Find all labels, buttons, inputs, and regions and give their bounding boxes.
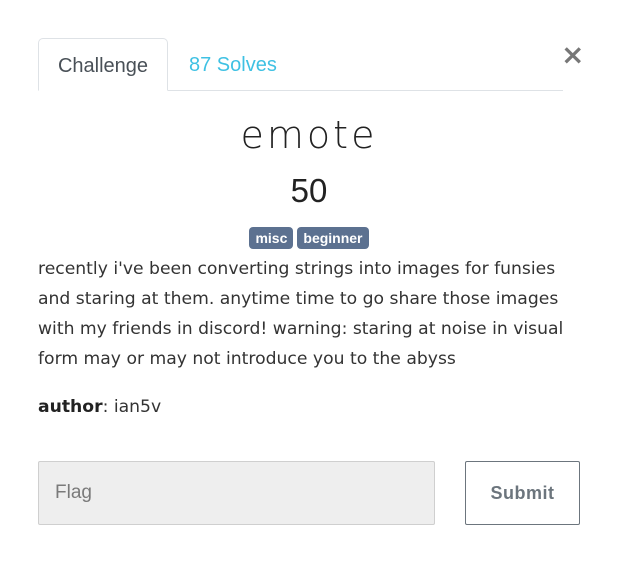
- challenge-points: 50: [290, 172, 328, 209]
- close-icon[interactable]: ×: [561, 40, 584, 70]
- tab-challenge[interactable]: Challenge: [38, 38, 168, 91]
- challenge-author: author: ian5v: [38, 393, 578, 421]
- author-separator: :: [102, 397, 114, 417]
- challenge-tabs: Challenge 87 Solves: [38, 38, 563, 91]
- submit-button[interactable]: Submit: [465, 461, 580, 525]
- tag-badge-beginner: beginner: [297, 227, 369, 249]
- tab-solves[interactable]: 87 Solves: [189, 38, 277, 90]
- author-name: ian5v: [113, 397, 162, 417]
- challenge-tags: misc beginner: [0, 227, 618, 249]
- challenge-description: recently i've been converting strings in…: [38, 259, 564, 369]
- tag-badge-misc: misc: [249, 227, 294, 249]
- author-label: author: [38, 397, 103, 417]
- flag-input[interactable]: [38, 461, 435, 525]
- challenge-modal: Challenge 87 Solves × emote 50 misc begi…: [0, 0, 618, 584]
- challenge-title: emote: [240, 113, 378, 157]
